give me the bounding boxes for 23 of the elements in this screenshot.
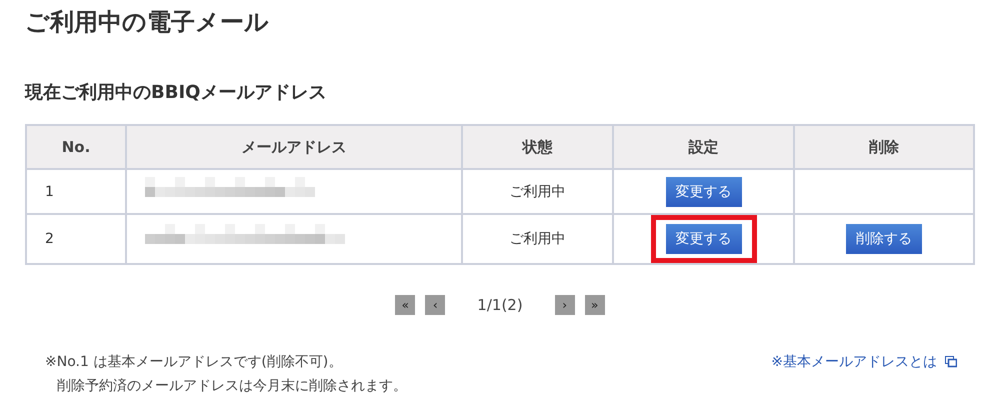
change-button[interactable]: 変更する — [666, 176, 742, 206]
change-button[interactable]: 変更する — [666, 224, 742, 254]
new-window-icon — [945, 356, 957, 368]
row-number: 2 — [45, 231, 54, 247]
previous-page-button[interactable]: ‹ — [425, 295, 446, 315]
help-link[interactable]: ※基本メールアドレスとは — [771, 353, 957, 371]
note-text: 削除予約済のメールアドレスは今月末に削除されます。 — [56, 377, 407, 395]
delete-button[interactable]: 削除する — [846, 224, 922, 254]
row-number: 1 — [45, 184, 54, 200]
column-header: 状態 — [462, 125, 613, 169]
page-title: ご利用中の電子メール — [25, 7, 270, 38]
last-page-button[interactable]: » — [584, 295, 605, 315]
column-header: 設定 — [613, 125, 794, 169]
column-header: 削除 — [794, 125, 974, 169]
page-indicator: 1/1(2) — [477, 296, 523, 314]
column-header: メールアドレス — [126, 125, 462, 169]
status-text: ご利用中 — [510, 184, 566, 200]
first-page-button[interactable]: « — [395, 295, 416, 315]
section-title: 現在ご利用中のBBIQメールアドレス — [25, 81, 328, 104]
note-text: ※No.1 は基本メールアドレスです(削除不可)。 — [45, 353, 344, 371]
column-header: No. — [26, 125, 126, 169]
status-text: ご利用中 — [510, 231, 566, 247]
next-page-button[interactable]: › — [554, 295, 575, 315]
